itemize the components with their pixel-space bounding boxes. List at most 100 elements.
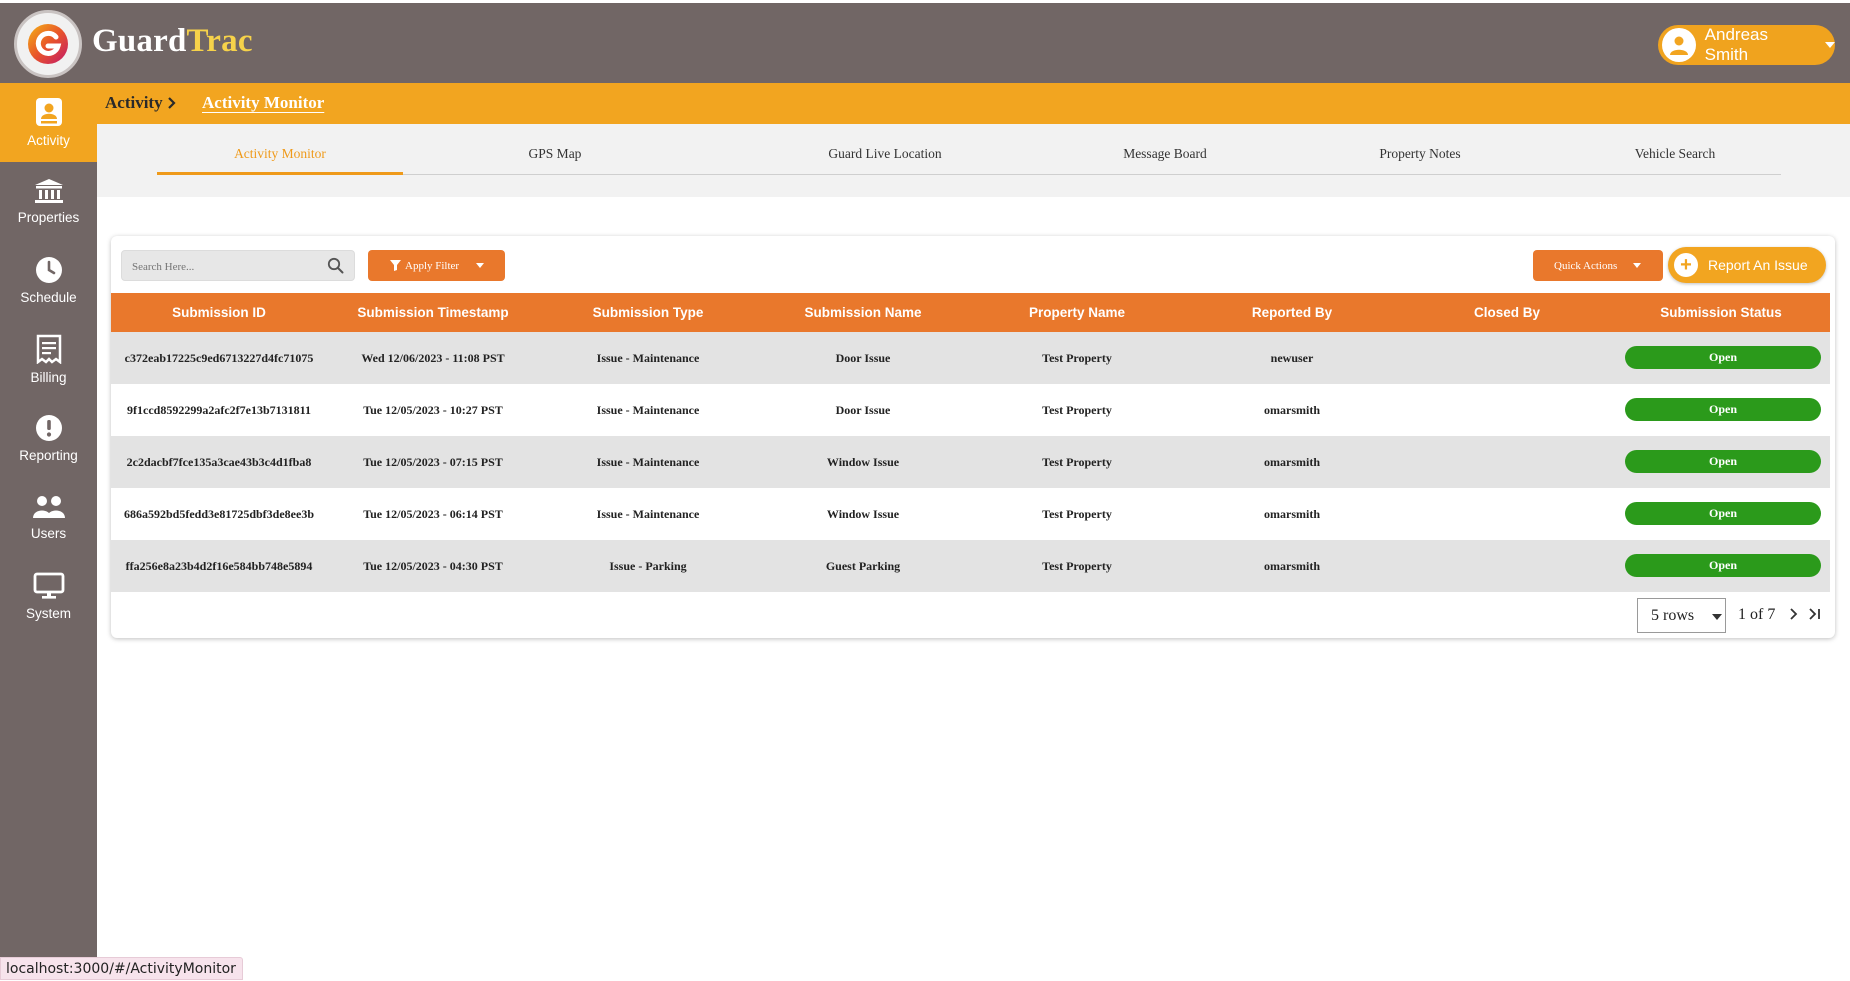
app-header: GuardTrac Andreas Smith xyxy=(0,0,1850,83)
next-page-icon[interactable] xyxy=(1788,607,1800,621)
status-badge[interactable]: Open xyxy=(1625,502,1821,525)
receipt-icon xyxy=(36,334,61,364)
column-header[interactable]: Submission Status xyxy=(1660,305,1782,320)
brand-name: GuardTrac xyxy=(92,23,253,60)
tab-bar: Activity Monitor GPS Map Guard Live Loca… xyxy=(97,124,1850,197)
cell-name: Window Issue xyxy=(826,507,900,521)
sidebar-item-label: Schedule xyxy=(20,290,77,305)
status-badge[interactable]: Open xyxy=(1625,398,1821,421)
table-row[interactable]: c372eab17225c9ed6713227d4fc71075 Wed 12/… xyxy=(111,332,1830,384)
alert-icon xyxy=(35,415,62,441)
cell-timestamp: Tue 12/05/2023 - 06:14 PST xyxy=(363,507,503,521)
chevron-down-icon xyxy=(476,263,485,268)
user-name: Andreas Smith xyxy=(1704,25,1768,64)
cell-submission-id: 686a592bd5fedd3e81725dbf3de8ee3b xyxy=(123,507,315,521)
guardtrac-logo-icon xyxy=(28,24,68,64)
bank-icon xyxy=(34,179,63,203)
breadcrumb-current[interactable]: Activity Monitor xyxy=(202,93,324,113)
chevron-down-icon xyxy=(1825,42,1835,48)
table-row[interactable]: 686a592bd5fedd3e81725dbf3de8ee3b Tue 12/… xyxy=(111,488,1830,540)
cell-property: Test Property xyxy=(1042,351,1112,365)
sidebar-item-activity[interactable]: Activity xyxy=(0,83,97,162)
search-input[interactable] xyxy=(130,255,314,278)
tab-message-board[interactable]: Message Board xyxy=(1042,144,1288,174)
cell-type: Issue - Maintenance xyxy=(596,455,700,469)
cell-name: Door Issue xyxy=(835,403,891,417)
status-badge[interactable]: Open xyxy=(1625,554,1821,577)
cell-timestamp: Tue 12/05/2023 - 04:30 PST xyxy=(363,559,503,573)
cell-type: Issue - Maintenance xyxy=(596,351,700,365)
apply-filter-label: Apply Filter xyxy=(405,259,460,272)
sidebar-item-label: Reporting xyxy=(19,448,78,463)
rows-per-page-select[interactable]: 5 rows xyxy=(1637,598,1726,633)
cell-type: Issue - Parking xyxy=(609,559,687,573)
column-header[interactable]: Closed By xyxy=(1474,305,1540,320)
report-issue-button[interactable]: + Report An Issue xyxy=(1668,247,1826,283)
cell-property: Test Property xyxy=(1042,559,1112,573)
tab-vehicle-search[interactable]: Vehicle Search xyxy=(1552,144,1798,174)
column-header[interactable]: Submission Type xyxy=(593,305,704,320)
cell-name: Window Issue xyxy=(826,455,900,469)
quick-actions-label: Quick Actions xyxy=(1554,259,1618,272)
cell-submission-id: 2c2dacbf7fce135a3cae43b3c4d1fba8 xyxy=(126,455,312,469)
sidebar-item-label: Properties xyxy=(17,210,80,225)
clock-icon xyxy=(35,257,62,283)
column-header[interactable]: Property Name xyxy=(1029,305,1125,320)
cell-timestamp: Wed 12/06/2023 - 11:08 PST xyxy=(361,351,505,365)
breadcrumb: Activity Activity Monitor xyxy=(97,83,1850,124)
cell-name: Guest Parking xyxy=(825,559,901,573)
tab-activity-monitor[interactable]: Activity Monitor xyxy=(157,144,403,175)
cell-reported-by: omarsmith xyxy=(1264,507,1320,521)
apply-filter-button[interactable]: Apply Filter xyxy=(368,250,505,281)
cell-reported-by: omarsmith xyxy=(1264,559,1320,573)
search-icon[interactable] xyxy=(327,257,344,274)
sidebar-item-system[interactable]: System xyxy=(0,557,97,636)
tab-property-notes[interactable]: Property Notes xyxy=(1297,144,1543,174)
tab-guard-live-location[interactable]: Guard Live Location xyxy=(762,144,1008,174)
column-header[interactable]: Submission ID xyxy=(172,305,266,320)
page-indicator: 1 of 7 xyxy=(1738,606,1776,623)
cell-property: Test Property xyxy=(1042,455,1112,469)
search-box xyxy=(121,250,355,281)
cell-reported-by: omarsmith xyxy=(1264,403,1320,417)
sidebar-item-properties[interactable]: Properties xyxy=(0,162,97,241)
tab-gps-map[interactable]: GPS Map xyxy=(432,144,678,174)
status-badge[interactable]: Open xyxy=(1625,346,1821,369)
sidebar-item-reporting[interactable]: Reporting xyxy=(0,399,97,478)
cell-submission-id: 9f1ccd8592299a2afc2f7e13b7131811 xyxy=(127,403,311,417)
rows-per-page-value: 5 rows xyxy=(1651,606,1695,624)
report-issue-label: Report An Issue xyxy=(1708,257,1808,273)
cell-reported-by: omarsmith xyxy=(1264,455,1320,469)
sidebar-item-billing[interactable]: Billing xyxy=(0,320,97,399)
cell-type: Issue - Maintenance xyxy=(596,507,700,521)
quick-actions-button[interactable]: Quick Actions xyxy=(1533,250,1663,281)
sidebar-item-label: Activity xyxy=(27,133,70,148)
cell-reported-by: newuser xyxy=(1270,351,1314,365)
column-header[interactable]: Submission Timestamp xyxy=(357,305,508,320)
cell-submission-id: ffa256e8a23b4d2f16e584bb748e5894 xyxy=(125,559,313,573)
column-header[interactable]: Submission Name xyxy=(804,305,921,320)
last-page-icon[interactable] xyxy=(1807,607,1823,621)
sidebar-item-users[interactable]: Users xyxy=(0,478,97,557)
status-badge[interactable]: Open xyxy=(1625,450,1821,473)
table-row[interactable]: 2c2dacbf7fce135a3cae43b3c4d1fba8 Tue 12/… xyxy=(111,436,1830,488)
table-row[interactable]: ffa256e8a23b4d2f16e584bb748e5894 Tue 12/… xyxy=(111,540,1830,592)
chevron-down-icon xyxy=(1712,614,1723,620)
user-menu-button[interactable]: Andreas Smith xyxy=(1658,25,1835,65)
chevron-right-icon xyxy=(168,97,176,109)
column-header[interactable]: Reported By xyxy=(1252,305,1332,320)
table-scrollbar[interactable] xyxy=(1830,293,1833,590)
sidebar-item-label: Billing xyxy=(30,370,67,385)
cell-submission-id: c372eab17225c9ed6713227d4fc71075 xyxy=(124,351,314,365)
users-icon xyxy=(32,496,65,518)
cell-name: Door Issue xyxy=(835,351,891,365)
monitor-icon xyxy=(33,572,64,599)
table-header: Submission ID Submission Timestamp Submi… xyxy=(111,293,1830,332)
cell-type: Issue - Maintenance xyxy=(596,403,700,417)
table-row[interactable]: 9f1ccd8592299a2afc2f7e13b7131811 Tue 12/… xyxy=(111,384,1830,436)
breadcrumb-parent[interactable]: Activity xyxy=(105,93,163,113)
logo[interactable] xyxy=(14,10,82,78)
sidebar-item-schedule[interactable]: Schedule xyxy=(0,241,97,320)
cell-timestamp: Tue 12/05/2023 - 10:27 PST xyxy=(363,403,503,417)
cell-property: Test Property xyxy=(1042,403,1112,417)
